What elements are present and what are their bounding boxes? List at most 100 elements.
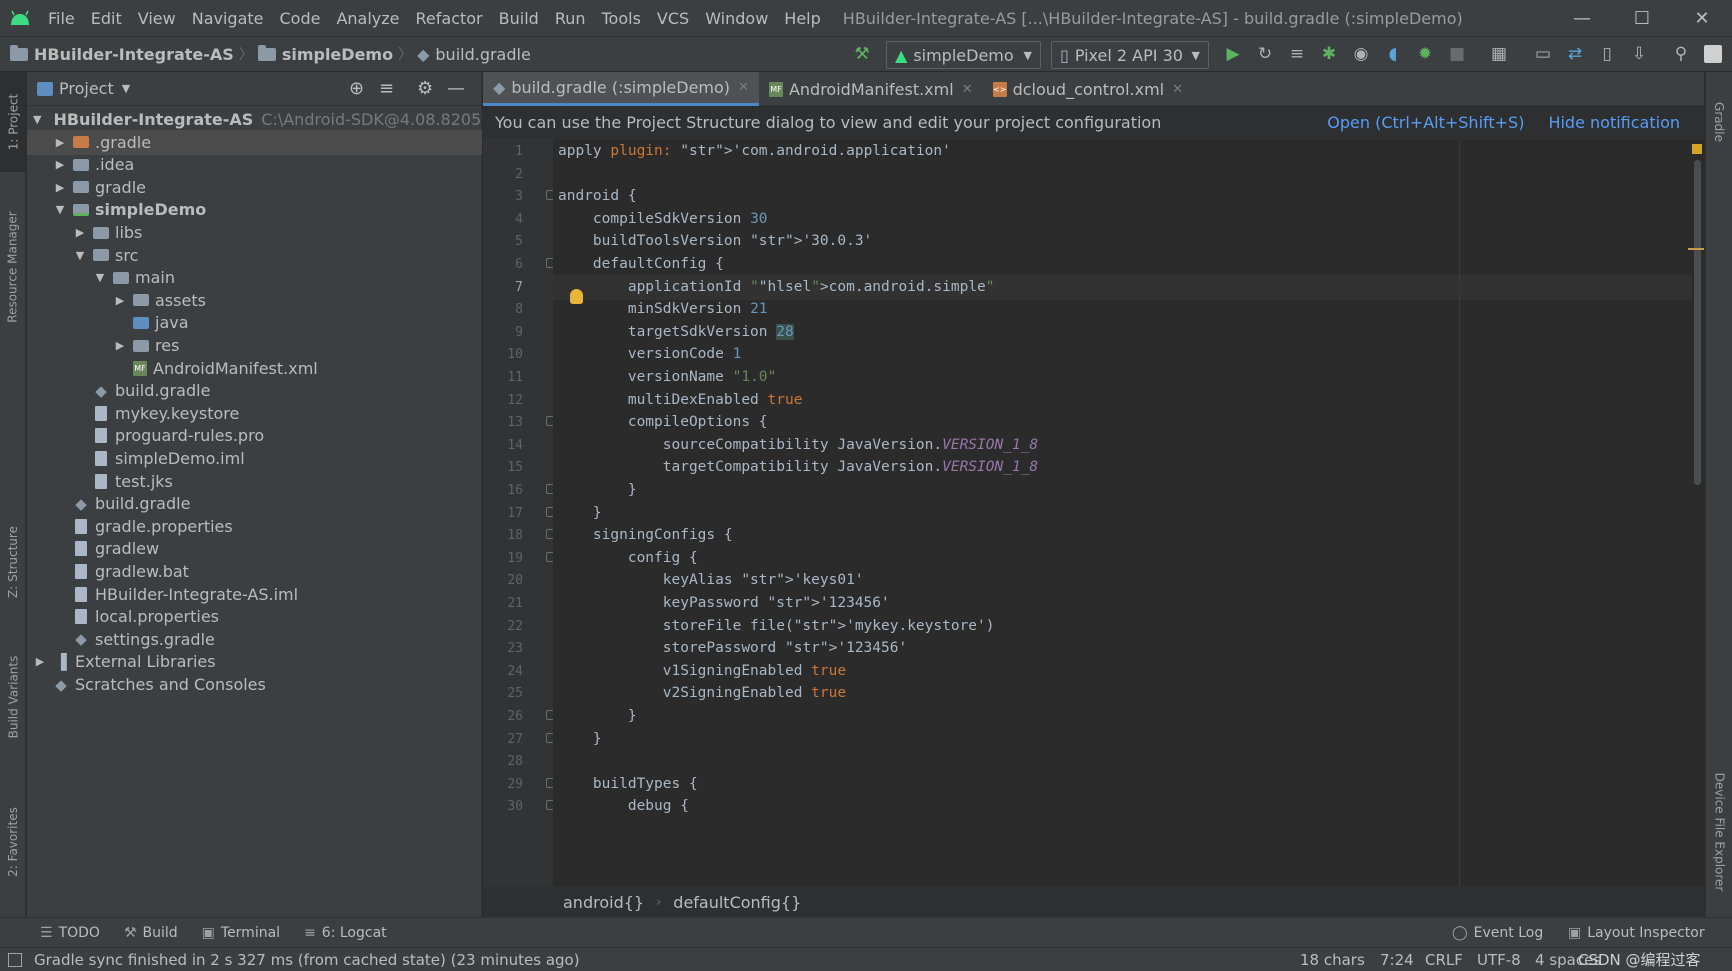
collapsed-arrow-icon[interactable]: ▶	[33, 655, 47, 668]
tree-item[interactable]: gradlew.bat	[27, 559, 482, 584]
chevron-down-icon[interactable]: ▼	[122, 82, 130, 95]
tree-item[interactable]: simpleDemo.iml	[27, 446, 482, 471]
tree-item[interactable]: ◆ settings.gradle	[27, 627, 482, 652]
tree-item[interactable]: mykey.keystore	[27, 401, 482, 426]
menu-build[interactable]: Build	[491, 9, 547, 28]
coverage-icon[interactable]: ◉	[1345, 36, 1377, 72]
tree-item[interactable]: ▼ simpleDemo	[27, 197, 482, 222]
code-line[interactable]: targetCompatibility JavaVersion.VERSION_…	[558, 455, 1038, 480]
menu-file[interactable]: File	[40, 9, 83, 28]
tree-item[interactable]: test.jks	[27, 469, 482, 494]
code-line[interactable]: multiDexEnabled true	[558, 388, 803, 413]
stop-icon[interactable]: ■	[1441, 36, 1473, 72]
tree-item[interactable]: java	[27, 310, 482, 335]
open-project-structure-link[interactable]: Open (Ctrl+Alt+Shift+S)	[1327, 113, 1524, 132]
tab-dcloud-control[interactable]: <> dcloud_control.xml ✕	[983, 72, 1193, 106]
code-line[interactable]: targetSdkVersion 28	[558, 320, 794, 345]
tool-build[interactable]: ⚒ Build	[124, 925, 178, 941]
code-line[interactable]: compileSdkVersion 30	[558, 207, 768, 232]
code-line[interactable]: defaultConfig {	[558, 252, 724, 277]
error-stripe-marker[interactable]	[1688, 248, 1704, 250]
caret-position[interactable]: 7:24	[1380, 951, 1414, 969]
code-line[interactable]: sourceCompatibility JavaVersion.VERSION_…	[558, 433, 1038, 458]
collapsed-arrow-icon[interactable]: ▶	[113, 294, 127, 307]
locate-file-icon[interactable]: ⊕	[349, 78, 364, 99]
menu-navigate[interactable]: Navigate	[184, 9, 272, 28]
code-line[interactable]: versionCode 1	[558, 342, 742, 367]
menu-analyze[interactable]: Analyze	[328, 9, 407, 28]
menu-view[interactable]: View	[130, 9, 184, 28]
tool-logcat[interactable]: ≡ 6: Logcat	[304, 925, 387, 941]
maximize-button[interactable]: ☐	[1612, 0, 1672, 36]
run-icon[interactable]: ▶	[1217, 36, 1249, 72]
tool-tab-gradle[interactable]: Gradle	[1706, 82, 1732, 162]
expanded-arrow-icon[interactable]: ▼	[53, 203, 67, 216]
tree-item[interactable]: ◆ Scratches and Consoles	[27, 672, 482, 697]
tool-tab-favorites[interactable]: 2: Favorites	[0, 792, 26, 892]
breadcrumb-file[interactable]: ◆ build.gradle	[417, 36, 531, 72]
sync-gradle-icon[interactable]: ⇄	[1559, 36, 1591, 72]
minimize-button[interactable]: —	[1552, 0, 1612, 36]
project-structure-icon[interactable]: ▦	[1483, 36, 1515, 72]
tree-item[interactable]: MF AndroidManifest.xml	[27, 356, 482, 381]
code-line[interactable]: }	[558, 478, 637, 503]
tree-item[interactable]: gradle.properties	[27, 514, 482, 539]
collapsed-arrow-icon[interactable]: ▶	[73, 226, 87, 239]
code-line[interactable]: android {	[558, 184, 637, 209]
code-line[interactable]: keyPassword "str">'123456'	[558, 591, 890, 616]
code-line[interactable]: }	[558, 704, 637, 729]
apply-code-changes-icon[interactable]: ≡	[1281, 36, 1313, 72]
menu-edit[interactable]: Edit	[83, 9, 130, 28]
device-select[interactable]: ▯ Pixel 2 API 30 ▼	[1051, 41, 1209, 69]
breadcrumb-defaultconfig[interactable]: defaultConfig{}	[673, 893, 801, 912]
intention-bulb-icon[interactable]	[570, 289, 583, 304]
file-encoding[interactable]: UTF-8	[1477, 951, 1521, 969]
collapsed-arrow-icon[interactable]: ▶	[113, 339, 127, 352]
code-line[interactable]: storeFile file("str">'mykey.keystore')	[558, 614, 995, 639]
collapsed-arrow-icon[interactable]: ▶	[53, 136, 67, 149]
tree-item[interactable]: ◆ build.gradle	[27, 378, 482, 403]
code-line[interactable]: v2SigningEnabled true	[558, 681, 846, 706]
search-icon[interactable]: ⚲	[1665, 36, 1697, 72]
debug-bug-icon[interactable]: ✱	[1313, 36, 1345, 72]
code-line[interactable]: v1SigningEnabled true	[558, 659, 846, 684]
tool-event-log[interactable]: ◯ Event Log	[1452, 925, 1543, 941]
menu-code[interactable]: Code	[272, 9, 329, 28]
expanded-arrow-icon[interactable]: ▼	[33, 113, 41, 126]
run-configuration-select[interactable]: ▲ simpleDemo ▼	[886, 41, 1041, 69]
code-line[interactable]: minSdkVersion 21	[558, 297, 768, 322]
code-editor[interactable]: apply plugin: "str">'com.android.applica…	[553, 139, 1704, 886]
menu-run[interactable]: Run	[547, 9, 594, 28]
profile-gauge-icon[interactable]: ◖	[1377, 36, 1409, 72]
tree-item[interactable]: ▶ .gradle	[27, 129, 482, 155]
hide-panel-icon[interactable]: —	[447, 78, 465, 99]
code-line[interactable]: compileOptions {	[558, 410, 768, 435]
code-line[interactable]: keyAlias "str">'keys01'	[558, 568, 864, 593]
code-line[interactable]: }	[558, 501, 602, 526]
status-message[interactable]: Gradle sync finished in 2 s 327 ms (from…	[34, 951, 580, 969]
collapsed-arrow-icon[interactable]: ▶	[53, 181, 67, 194]
tool-tab-project[interactable]: 1: Project	[0, 72, 26, 172]
tree-item[interactable]: ▼ src	[27, 243, 482, 268]
menu-window[interactable]: Window	[697, 9, 776, 28]
line-separator[interactable]: CRLF	[1425, 951, 1463, 969]
breadcrumb-module[interactable]: simpleDemo	[257, 36, 393, 72]
make-project-hammer-icon[interactable]: ⚒	[846, 36, 878, 72]
tree-item[interactable]: ▶ .idea	[27, 152, 482, 177]
warning-status-icon[interactable]	[1692, 144, 1702, 154]
code-line[interactable]: apply plugin: "str">'com.android.applica…	[558, 139, 951, 164]
avd-manager-icon[interactable]: ▯	[1591, 36, 1623, 72]
code-line[interactable]: config {	[558, 546, 698, 571]
tree-item[interactable]: ▶ ▐ External Libraries	[27, 649, 482, 674]
code-line[interactable]: buildTypes {	[558, 772, 698, 797]
tree-item[interactable]: ▼ HBuilder-Integrate-AS C:\Android-SDK@4.0…	[27, 107, 520, 132]
tree-item[interactable]: ▶ libs	[27, 220, 482, 245]
code-line[interactable]: buildToolsVersion "str">'30.0.3'	[558, 229, 872, 254]
apply-changes-icon[interactable]: ↻	[1249, 36, 1281, 72]
code-line[interactable]: storePassword "str">'123456'	[558, 636, 907, 661]
expanded-arrow-icon[interactable]: ▼	[93, 271, 107, 284]
tree-item[interactable]: HBuilder-Integrate-AS.iml	[27, 582, 482, 607]
tool-todo[interactable]: ☰ TODO	[40, 925, 100, 941]
gear-icon[interactable]: ⚙	[417, 78, 433, 99]
tree-item[interactable]: ▶ res	[27, 333, 482, 358]
